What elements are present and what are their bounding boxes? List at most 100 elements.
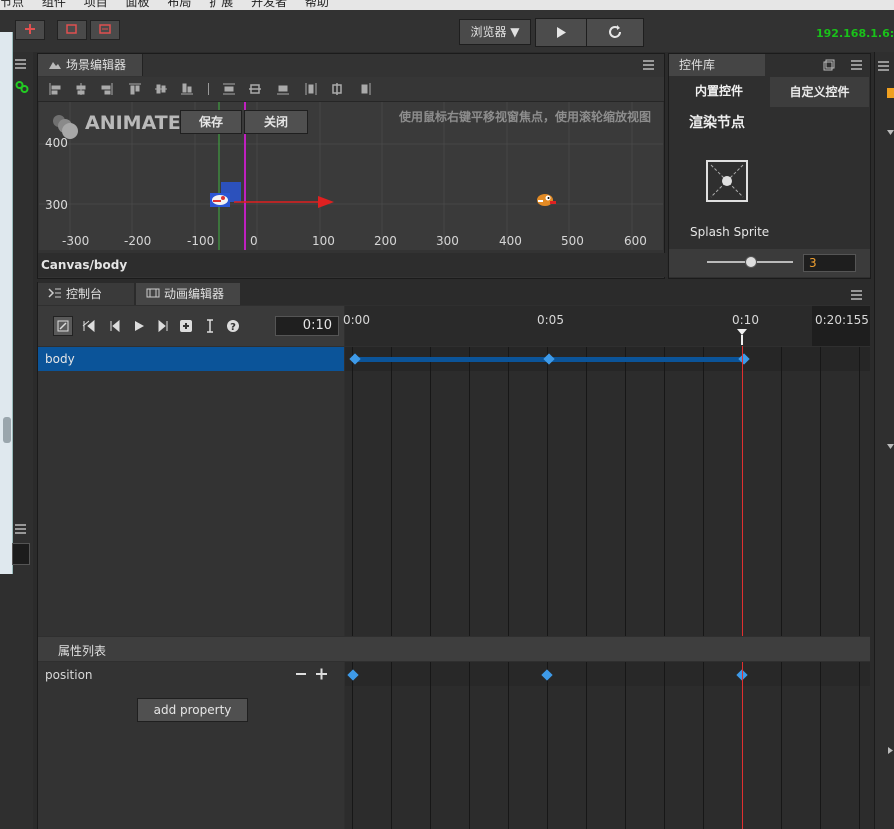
play-button[interactable] [535, 18, 587, 47]
prev-frame-icon[interactable] [108, 319, 122, 333]
tab-console[interactable]: 控制台 [38, 283, 134, 305]
menu-developer[interactable]: 开发者 [251, 0, 287, 9]
add-property-button[interactable]: add property [137, 698, 248, 722]
right-arrow-icon[interactable] [887, 744, 894, 758]
zoom-slider-thumb[interactable] [745, 256, 757, 268]
menu-component[interactable]: 组件 [42, 0, 66, 9]
splash-sprite-icon[interactable] [706, 160, 748, 202]
next-frame-icon[interactable] [156, 319, 170, 333]
menu-bar: 节点 组件 项目 面板 布局 扩展 开发者 帮助 [0, 0, 894, 10]
ruler-label: 0:20:155 [815, 313, 869, 327]
right-menu-icon[interactable] [878, 60, 890, 71]
render-node-section-title: 渲染节点 [689, 115, 745, 131]
scene-canvas[interactable]: ANIMATE 保存 关闭 使用鼠标右键平移视窗焦点，使用滚轮缩放视图 400 … [39, 102, 663, 250]
node-timeline[interactable] [345, 347, 870, 636]
distribute-bottom-icon[interactable] [276, 82, 290, 96]
align-hcenter-icon[interactable] [74, 82, 88, 96]
ruler-label: 0:10 [732, 313, 759, 327]
x-label: 100 [312, 234, 335, 248]
align-left-icon[interactable] [48, 82, 62, 96]
right-arrow-icon[interactable] [887, 126, 894, 140]
bird-sprite[interactable] [536, 192, 556, 208]
scene-tab-label: 场景编辑器 [66, 58, 127, 72]
edit-mode-button[interactable] [53, 316, 73, 336]
play-animation-icon[interactable] [132, 319, 146, 333]
node-row-body[interactable]: body [38, 347, 344, 371]
move-tool-button[interactable] [15, 20, 45, 40]
rect-tool-button[interactable] [57, 20, 87, 40]
ruler-label: 0:00 [343, 313, 370, 327]
close-button[interactable]: 关闭 [244, 110, 308, 134]
x-label: -100 [187, 234, 215, 248]
popout-icon[interactable] [823, 59, 835, 71]
align-vcenter-icon[interactable] [154, 82, 168, 96]
scene-align-toolbar [38, 77, 664, 102]
menu-node[interactable]: 节点 [0, 0, 24, 9]
distribute-hcenter-icon[interactable] [330, 82, 344, 96]
node-list [38, 347, 344, 636]
left-lower-input[interactable] [12, 543, 30, 565]
left-menu-icon[interactable] [14, 58, 28, 69]
tab-custom-widgets[interactable]: 自定义控件 [770, 77, 869, 107]
zoom-value-input[interactable]: 3 [803, 254, 856, 272]
align-right-icon[interactable] [100, 82, 114, 96]
add-keyframe-icon[interactable] [179, 319, 193, 333]
distribute-right-icon[interactable] [358, 82, 372, 96]
scene-status-path: Canvas/body [38, 253, 667, 277]
right-arrow-icon[interactable] [887, 440, 894, 454]
x-label: 0 [250, 234, 258, 248]
console-tab-label: 控制台 [66, 287, 103, 301]
menu-panel[interactable]: 面板 [126, 0, 150, 9]
browser-select[interactable]: 浏览器 ▼ [459, 19, 531, 45]
property-timeline-row [345, 662, 870, 686]
x-axis-labels: -300 -200 -100 0 100 200 300 400 500 600 [39, 234, 663, 248]
property-list [38, 662, 344, 829]
align-top-icon[interactable] [128, 82, 142, 96]
distribute-vcenter-icon[interactable] [248, 82, 262, 96]
scene-hint: 使用鼠标右键平移视窗焦点，使用滚轮缩放视图 [399, 110, 652, 124]
distribute-left-icon[interactable] [304, 82, 318, 96]
animation-tab-label: 动画编辑器 [164, 287, 225, 301]
x-label: 600 [624, 234, 647, 248]
bird-sprite-selected[interactable] [210, 193, 230, 207]
scale-tool-button[interactable] [90, 20, 120, 40]
menu-project[interactable]: 项目 [84, 0, 108, 9]
right-checkbox[interactable] [887, 88, 894, 98]
left-lower-menu-icon[interactable] [14, 523, 28, 534]
move-icon [25, 24, 35, 34]
remove-property-icon[interactable] [296, 667, 306, 681]
scene-panel-menu-icon[interactable] [642, 59, 656, 70]
anim-panel-menu-icon[interactable] [850, 289, 864, 300]
ip-address-label: 192.168.1.6:7456 [816, 27, 894, 40]
playhead-handle[interactable] [737, 329, 747, 345]
library-menu-icon[interactable] [850, 59, 864, 70]
toolbar-separator [208, 83, 209, 95]
jump-first-icon[interactable] [82, 319, 96, 333]
link-icon[interactable] [15, 80, 29, 94]
properties-header: 属性列表 [58, 644, 107, 658]
property-timeline[interactable] [345, 662, 870, 829]
menu-help[interactable]: 帮助 [305, 0, 329, 9]
add-event-icon[interactable] [203, 319, 217, 333]
playhead-line-properties [742, 662, 743, 829]
property-position-label[interactable]: position [45, 668, 93, 682]
save-button[interactable]: 保存 [180, 110, 242, 134]
animate-title: ANIMATE [85, 112, 181, 134]
menu-layout[interactable]: 布局 [167, 0, 191, 9]
tab-widget-library[interactable]: 控件库 [669, 54, 765, 76]
right-panel [874, 52, 894, 829]
move-gizmo-arrow[interactable] [234, 194, 338, 210]
current-time-input[interactable]: 0:10 [275, 316, 339, 336]
tab-builtin-widgets[interactable]: 内置控件 [669, 77, 769, 107]
help-icon[interactable]: ? [226, 319, 240, 333]
distribute-top-icon[interactable] [222, 82, 236, 96]
left-scrollbar-thumb[interactable] [3, 417, 11, 443]
time-ruler[interactable] [345, 306, 870, 346]
menu-extension[interactable]: 扩展 [209, 0, 233, 9]
refresh-button[interactable] [586, 18, 644, 47]
tab-scene-editor[interactable]: 场景编辑器 [38, 54, 143, 76]
tab-animation-editor[interactable]: 动画编辑器 [136, 283, 240, 305]
align-bottom-icon[interactable] [180, 82, 194, 96]
add-property-icon[interactable] [316, 667, 328, 681]
ruler-label: 0:05 [537, 313, 564, 327]
